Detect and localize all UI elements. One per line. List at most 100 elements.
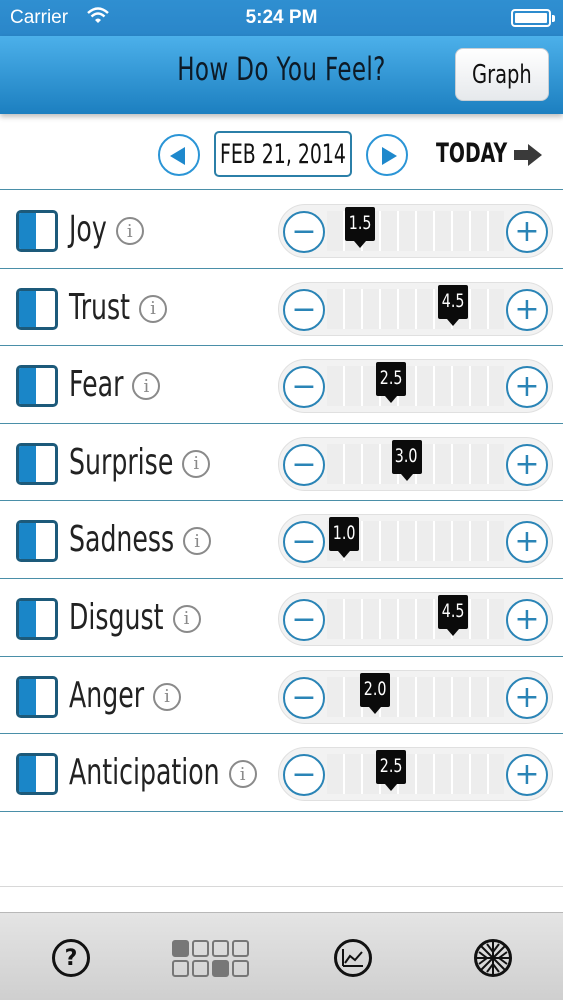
status-bar: Carrier 5:24 PM [0, 0, 563, 36]
decrease-button[interactable]: − [283, 754, 325, 797]
emotion-row: Sadness i − +1.0 [0, 501, 563, 579]
emotion-toggle[interactable] [16, 287, 58, 330]
slider-value-label: 4.5 [442, 289, 465, 312]
info-icon[interactable]: i [115, 217, 144, 245]
emotion-toggle[interactable] [16, 597, 58, 640]
slider-track[interactable] [327, 288, 504, 329]
slider-track[interactable] [327, 366, 504, 407]
emotion-toggle[interactable] [16, 520, 58, 563]
slider-value-marker[interactable]: 4.5 [438, 284, 469, 326]
emotion-row: Anticipation i − +2.5 [0, 734, 563, 812]
arrow-right-icon [514, 144, 542, 166]
increase-button[interactable]: + [506, 754, 548, 797]
next-date-button[interactable] [366, 134, 408, 176]
slider-value-marker[interactable]: 3.0 [391, 439, 422, 481]
date-selector: FEB 21, 2014 TODAY [0, 114, 563, 190]
status-time: 5:24 PM [245, 7, 318, 28]
emotion-row: Trust i − +4.5 [0, 269, 563, 347]
decrease-button[interactable]: − [283, 443, 325, 486]
info-icon[interactable]: i [153, 682, 182, 711]
slider-track[interactable] [327, 754, 504, 795]
emotion-label: Anticipation [69, 752, 220, 794]
slider-value-marker[interactable]: 2.5 [375, 750, 406, 792]
slider-value-label: 4.5 [442, 599, 465, 622]
previous-date-button[interactable] [158, 134, 200, 176]
slider-value-marker[interactable]: 1.0 [329, 517, 359, 559]
graph-tab[interactable] [326, 931, 380, 985]
slider-value-marker[interactable]: 1.5 [344, 207, 375, 248]
slider-value-marker[interactable]: 2.0 [360, 672, 391, 714]
increase-button[interactable]: + [506, 598, 548, 641]
decrease-button[interactable]: − [283, 521, 325, 564]
increase-button[interactable]: + [506, 676, 548, 719]
slider-track[interactable] [327, 676, 504, 717]
increase-button[interactable]: + [506, 288, 548, 331]
slider-value-label: 1.0 [332, 522, 356, 545]
emotion-label: Anger [69, 674, 145, 716]
graph-button[interactable]: Graph [455, 48, 549, 101]
date-field[interactable]: FEB 21, 2014 [214, 131, 352, 177]
decrease-button[interactable]: − [283, 211, 325, 253]
intensity-slider[interactable]: − +2.5 [278, 747, 553, 802]
slider-track[interactable] [327, 598, 504, 639]
question-circle-icon: ? [52, 939, 90, 977]
intensity-slider[interactable]: − +3.0 [278, 436, 553, 491]
slider-value-label: 1.5 [348, 212, 371, 234]
emotion-toggle[interactable] [16, 365, 58, 408]
emotion-label: Disgust [69, 596, 164, 638]
navigation-bar: How Do You Feel? Graph [0, 36, 563, 114]
emotion-row: Anger i − +2.0 [0, 657, 563, 735]
emotion-list: Joy i − +1.5 Trust i − +4.5 Fear i − +2.5 Surprise i −… [0, 191, 563, 812]
intensity-slider[interactable]: − +2.5 [278, 359, 553, 414]
emotion-label: Trust [69, 286, 131, 328]
emotion-wheel-icon [474, 939, 512, 977]
slider-value-marker[interactable]: 2.5 [375, 362, 406, 404]
info-icon[interactable]: i [139, 294, 168, 323]
decrease-button[interactable]: − [283, 366, 325, 409]
emotion-toggle[interactable] [16, 675, 58, 718]
emotion-label: Joy [69, 209, 107, 250]
emotion-label: Surprise [69, 441, 174, 483]
intensity-slider[interactable]: − +4.5 [278, 281, 553, 336]
help-tab[interactable]: ? [44, 931, 98, 985]
info-icon[interactable]: i [182, 449, 211, 478]
intensity-slider[interactable]: − +4.5 [278, 591, 553, 646]
intensity-slider[interactable]: − +1.5 [278, 204, 553, 258]
line-chart-icon [334, 939, 372, 977]
today-button[interactable]: TODAY [436, 136, 548, 174]
decrease-button[interactable]: − [283, 598, 325, 641]
emotion-row: Joy i − +1.5 [0, 191, 563, 269]
slider-value-label: 2.5 [379, 367, 403, 390]
emotions-tab[interactable] [169, 931, 251, 985]
emotion-row: Surprise i − +3.0 [0, 424, 563, 502]
info-icon[interactable]: i [183, 527, 212, 556]
battery-icon [511, 9, 555, 27]
slider-value-label: 2.0 [363, 677, 387, 700]
increase-button[interactable]: + [506, 366, 548, 409]
emotion-row: Disgust i − +4.5 [0, 579, 563, 657]
emotion-label: Sadness [69, 519, 175, 561]
emotion-toggle[interactable] [16, 210, 58, 252]
graph-button-label: Graph [472, 59, 532, 90]
info-icon[interactable]: i [228, 760, 257, 789]
increase-button[interactable]: + [506, 443, 548, 486]
emotion-label: Fear [69, 364, 124, 406]
slider-value-label: 3.0 [395, 444, 418, 467]
wheel-tab[interactable] [466, 931, 520, 985]
decrease-button[interactable]: − [283, 676, 325, 719]
info-icon[interactable]: i [132, 372, 161, 401]
emotion-toggle[interactable] [16, 753, 58, 796]
list-bottom-divider [0, 886, 563, 887]
grid-icon [171, 939, 249, 977]
intensity-slider[interactable]: − +2.0 [278, 669, 553, 724]
slider-value-label: 2.5 [379, 755, 403, 778]
info-icon[interactable]: i [172, 604, 201, 633]
increase-button[interactable]: + [506, 211, 548, 253]
increase-button[interactable]: + [506, 521, 548, 564]
date-label: FEB 21, 2014 [220, 138, 346, 170]
decrease-button[interactable]: − [283, 288, 325, 331]
emotion-toggle[interactable] [16, 442, 58, 485]
intensity-slider[interactable]: − +1.0 [278, 514, 553, 569]
slider-value-marker[interactable]: 4.5 [438, 594, 469, 636]
emotion-row: Fear i − +2.5 [0, 346, 563, 424]
